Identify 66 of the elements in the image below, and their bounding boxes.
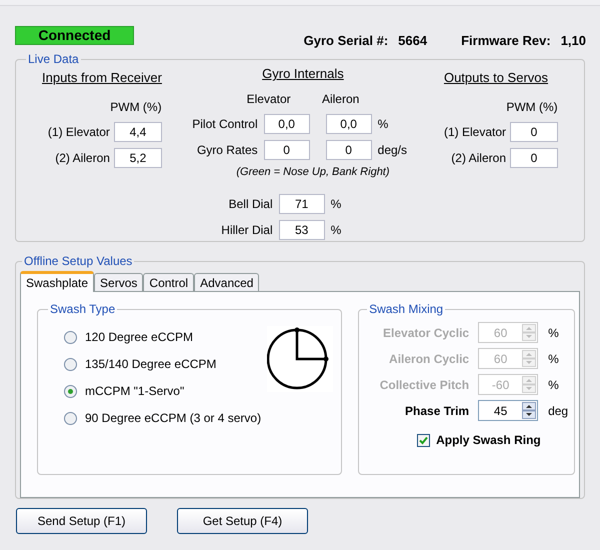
color-note: (Green = Nose Up, Bank Right)	[236, 164, 390, 180]
unit-label: deg	[548, 402, 568, 420]
value-field[interactable]: 0	[326, 140, 372, 160]
value-field[interactable]: 0,0	[264, 114, 310, 134]
unit-label: %	[330, 222, 342, 239]
serial-value: 5664	[398, 32, 428, 50]
row-label: Collective Pitch	[378, 376, 470, 394]
unit-label: %	[378, 116, 390, 132]
group-title: Offline Setup Values	[23, 253, 134, 270]
row-label: Elevator Cyclic	[382, 324, 470, 342]
group-title: Swash Type	[49, 301, 116, 318]
row-label: Aileron Cyclic	[388, 350, 470, 368]
row-label: (1) Elevator	[444, 124, 506, 140]
unit-label: %	[548, 376, 559, 394]
tab[interactable]: Swashplate	[20, 271, 94, 292]
value-field[interactable]: 0	[510, 122, 558, 142]
tab[interactable]: Advanced	[194, 273, 260, 291]
value-field[interactable]: 53	[278, 220, 325, 240]
radio-label: 90 Degree eCCPM (3 or 4 servo)	[85, 410, 262, 427]
group-title: Swash Mixing	[368, 301, 444, 318]
value-field[interactable]: 4,4	[114, 122, 162, 142]
checkbox-label: Apply Swash Ring	[436, 432, 541, 449]
radio-button[interactable]	[64, 412, 77, 424]
column-header: Aileron	[320, 90, 360, 108]
column-header: Elevator	[246, 90, 292, 108]
row-label: Bell Dial	[228, 196, 273, 213]
action-button[interactable]: Send Setup (F1)	[16, 508, 147, 534]
radio-label: 135/140 Degree eCCPM	[85, 356, 216, 373]
tab[interactable]: Control	[143, 273, 194, 291]
column-title: Gyro Internals	[262, 65, 344, 83]
row-label: Hiller Dial	[221, 222, 273, 239]
column-header: PWM (%)	[506, 98, 558, 116]
radio-button[interactable]	[64, 358, 77, 370]
value-field[interactable]: 71	[278, 194, 325, 214]
row-label: (1) Elevator	[48, 124, 110, 140]
value-field[interactable]: 0,0	[326, 114, 372, 134]
serial-label: Gyro Serial #:	[304, 32, 388, 50]
row-label: Phase Trim	[404, 402, 470, 420]
column-title: Outputs to Servos	[444, 69, 548, 87]
unit-label: %	[330, 196, 342, 213]
check-icon	[419, 436, 428, 444]
unit-label: deg/s	[378, 142, 408, 158]
column-title: Inputs from Receiver	[42, 69, 162, 87]
row-label: Pilot Control	[192, 116, 258, 132]
connection-status: Connected	[15, 26, 134, 44]
radio-label: 120 Degree eCCPM	[85, 329, 194, 346]
radio-button[interactable]	[64, 384, 77, 398]
value-field[interactable]: 5,2	[114, 148, 162, 168]
row-label: (2) Aileron	[451, 150, 506, 166]
row-label: (2) Aileron	[55, 150, 110, 166]
firmware-value: 1,10	[560, 32, 586, 50]
action-button[interactable]: Get Setup (F4)	[177, 508, 308, 534]
value-field[interactable]: 0	[510, 148, 558, 168]
radio-button[interactable]	[64, 330, 77, 344]
firmware-label: Firmware Rev:	[461, 32, 551, 50]
unit-label: %	[548, 350, 559, 368]
value-field[interactable]: 0	[264, 140, 310, 160]
spin-field[interactable]: 45	[478, 400, 538, 421]
checkbox[interactable]	[417, 434, 430, 446]
spin-arrows-icon[interactable]	[522, 402, 536, 419]
radio-label: mCCPM "1-Servo"	[85, 383, 184, 400]
column-header: PWM (%)	[110, 98, 162, 116]
unit-label: %	[548, 324, 559, 342]
tab[interactable]: Servos	[94, 273, 144, 291]
row-label: Gyro Rates	[196, 142, 258, 158]
group-title: Live Data	[27, 51, 80, 68]
